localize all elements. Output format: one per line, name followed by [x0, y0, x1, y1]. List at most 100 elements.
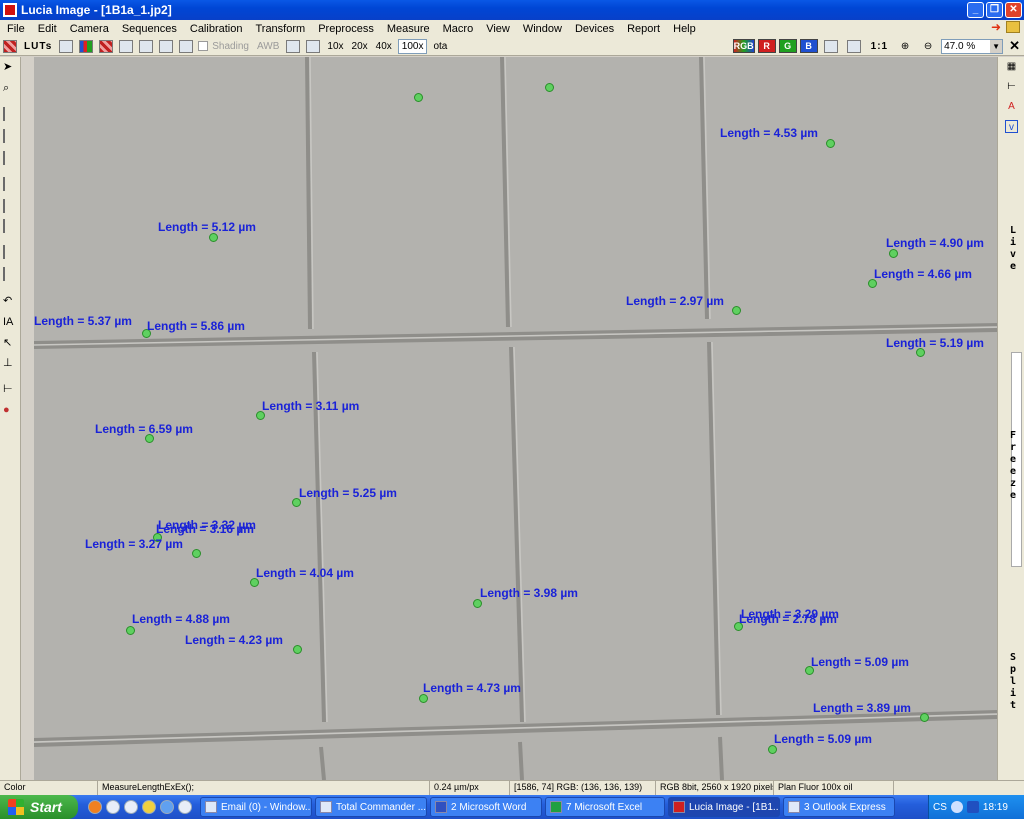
objective-40x[interactable]: 40x — [374, 38, 394, 54]
cell-marker[interactable] — [826, 139, 835, 148]
measurement-label[interactable]: Length = 5.37 µm — [34, 314, 132, 328]
channel-g-button[interactable]: G — [778, 39, 797, 53]
explorer-icon[interactable] — [106, 800, 120, 814]
measurement-label[interactable]: Length = 3.11 µm — [262, 399, 359, 413]
undo-tool[interactable]: ↶ — [3, 294, 18, 309]
cell-marker[interactable] — [920, 713, 929, 722]
close-button[interactable]: ✕ — [1005, 2, 1022, 18]
measurement-label[interactable]: Length = 3.89 µm — [813, 701, 911, 715]
measurement-label[interactable]: Length = 3.27 µm — [85, 537, 183, 551]
measurement-label[interactable]: Length = 4.23 µm — [185, 633, 283, 647]
export-tool[interactable] — [3, 267, 18, 283]
measurement-label[interactable]: Length = 4.73 µm — [423, 681, 521, 695]
compare-tool[interactable] — [3, 219, 18, 235]
image-viewport[interactable]: Length = 4.53 µm Length = 5.12 µm Length… — [34, 57, 997, 780]
cell-marker[interactable] — [192, 549, 201, 558]
chevron-down-icon[interactable]: ▼ — [990, 39, 1003, 53]
cell-marker[interactable] — [473, 599, 482, 608]
measurement-label[interactable]: Length = 5.09 µm — [811, 655, 909, 669]
measurement-label[interactable]: Length = 4.04 µm — [256, 566, 354, 580]
menu-preprocess[interactable]: Preprocess — [311, 23, 380, 35]
menu-window[interactable]: Window — [516, 23, 568, 35]
camera-settings-button[interactable] — [58, 38, 74, 54]
network-icon[interactable] — [950, 801, 963, 813]
objective-10x[interactable]: 10x — [325, 38, 345, 54]
measurement-label[interactable]: Length = 5.25 µm — [299, 486, 397, 500]
channel-b-button[interactable]: B — [799, 39, 818, 53]
start-button[interactable]: Start — [0, 795, 78, 819]
menu-calibration[interactable]: Calibration — [183, 23, 249, 35]
acquire-live-button[interactable] — [158, 38, 174, 54]
menu-macro[interactable]: Macro — [436, 23, 480, 35]
measurement-label[interactable]: Length = 2.78 µm — [739, 612, 837, 626]
measurement-label[interactable]: Length = 3.98 µm — [480, 586, 578, 600]
measure-length-tool[interactable]: ⊢ — [3, 382, 18, 397]
freeze-tab[interactable]: Freeze — [1008, 430, 1018, 502]
fit-window-button[interactable] — [823, 38, 839, 54]
annotation-a-icon[interactable]: A — [1005, 100, 1018, 113]
luts-button[interactable]: LUTs — [22, 38, 54, 54]
messenger-icon[interactable] — [142, 800, 156, 814]
acquire-button[interactable] — [118, 38, 134, 54]
menu-file[interactable]: File — [0, 23, 31, 35]
measurement-label[interactable]: Length = 5.86 µm — [147, 319, 245, 333]
one-to-one-button[interactable]: 1:1 — [869, 38, 890, 54]
volume-icon[interactable] — [966, 801, 979, 813]
measure-line-icon[interactable]: ⊢ — [1005, 80, 1018, 93]
live-tab[interactable]: Live — [1008, 225, 1018, 273]
menu-view[interactable]: View — [479, 23, 516, 35]
print-tool[interactable] — [3, 245, 18, 261]
menu-edit[interactable]: Edit — [31, 23, 63, 35]
awb-button[interactable]: AWB — [255, 38, 281, 54]
cell-marker[interactable] — [768, 745, 777, 754]
menu-devices[interactable]: Devices — [568, 23, 620, 35]
histogram-button[interactable] — [78, 38, 94, 54]
open-tool[interactable] — [3, 107, 18, 123]
objective-20x[interactable]: 20x — [350, 38, 370, 54]
taskbar-item-total-commander[interactable]: Total Commander ... — [315, 797, 427, 817]
title-bar[interactable]: Lucia Image - [1B1a_1.jp2] _ ❐ ✕ — [0, 0, 1024, 20]
save-as-tool[interactable] — [3, 151, 18, 167]
menu-report[interactable]: Report — [620, 23, 666, 35]
ota-button[interactable]: ota — [431, 38, 449, 54]
measurement-label[interactable]: Length = 5.09 µm — [774, 732, 872, 746]
ruler-tool[interactable]: ⊥ — [3, 356, 18, 371]
cell-marker[interactable] — [293, 645, 302, 654]
taskbar-item-outlook-express[interactable]: 3 Outlook Express — [783, 797, 895, 817]
taskbar-item-word[interactable]: 2 Microsoft Word — [430, 797, 542, 817]
image-tool[interactable] — [3, 199, 18, 215]
measurement-label[interactable]: Length = 4.88 µm — [132, 612, 230, 626]
cell-marker[interactable] — [545, 83, 554, 92]
measurement-label[interactable]: Length = 6.59 µm — [95, 422, 193, 436]
menu-sequences[interactable]: Sequences — [115, 23, 183, 35]
measurement-label[interactable]: Length = 4.53 µm — [720, 126, 818, 140]
menu-help[interactable]: Help — [666, 23, 702, 35]
measurement-label[interactable]: Length = 4.90 µm — [886, 236, 984, 250]
zoom-combobox[interactable]: 47.0 % ▼ — [941, 38, 1004, 54]
firefox-icon[interactable] — [88, 800, 102, 814]
menu-transform[interactable]: Transform — [248, 23, 311, 35]
fit-width-button[interactable] — [846, 38, 862, 54]
save-tool[interactable] — [3, 129, 18, 145]
gallery-tool[interactable] — [3, 177, 18, 193]
cell-marker[interactable] — [732, 306, 741, 315]
lucia-app-icon[interactable] — [3, 3, 17, 17]
internet-explorer-icon[interactable] — [160, 800, 174, 814]
palette-tool[interactable]: ● — [3, 404, 18, 419]
measurement-label[interactable]: Length = 5.12 µm — [158, 220, 256, 234]
menu-camera[interactable]: Camera — [63, 23, 115, 35]
measurement-label[interactable]: Length = 4.66 µm — [874, 267, 972, 281]
measurement-label[interactable]: Length = 3.16 µm — [156, 522, 254, 536]
zoom-in-button[interactable]: ⊕ — [897, 38, 913, 54]
shading-checkbox[interactable]: Shading — [198, 38, 251, 54]
cell-marker[interactable] — [126, 626, 135, 635]
minimize-button[interactable]: _ — [967, 2, 984, 18]
cell-marker[interactable] — [209, 233, 218, 242]
grid-icon[interactable]: ▦ — [1005, 60, 1018, 73]
language-indicator[interactable]: CS — [933, 802, 947, 813]
cell-marker[interactable] — [889, 249, 898, 258]
objective-settings-button[interactable] — [305, 38, 321, 54]
arrow-right-icon[interactable]: ➜ — [991, 21, 1003, 33]
chevron-down-icon[interactable]: v — [1005, 120, 1018, 133]
folder-icon[interactable] — [1006, 21, 1020, 33]
